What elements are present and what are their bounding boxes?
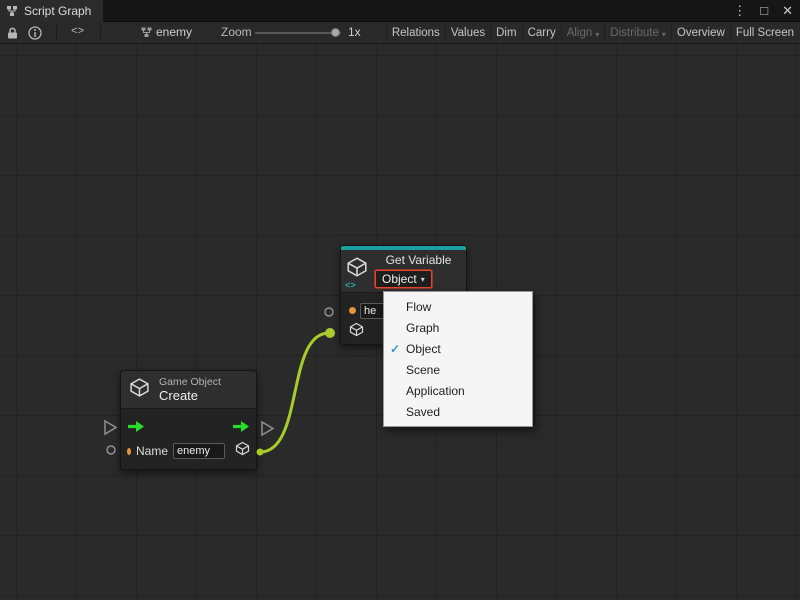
variable-scope-dropdown[interactable]: Object ▾ — [375, 270, 432, 288]
node-title: Get Variable — [375, 253, 462, 267]
param-label: Name — [136, 444, 168, 458]
chevron-down-icon: ▾ — [595, 30, 599, 39]
flow-output-port-triangle[interactable] — [262, 422, 273, 435]
connected-input-port[interactable] — [325, 328, 335, 338]
menu-item-object[interactable]: ✓ Object — [384, 338, 532, 359]
wire-start-dot[interactable] — [257, 449, 264, 456]
chevron-down-icon: ▾ — [662, 30, 666, 39]
distribute-button[interactable]: Distribute▾ — [604, 22, 671, 44]
value-port-dot[interactable] — [127, 448, 131, 455]
zoom-slider-knob[interactable] — [331, 28, 340, 37]
menu-item-graph[interactable]: Graph — [384, 317, 532, 338]
window-menu-button[interactable]: ⋮ — [726, 0, 753, 22]
full-screen-button[interactable]: Full Screen — [730, 22, 799, 44]
maximize-button[interactable]: □ — [753, 0, 775, 22]
create-node-header: Game Object Create — [121, 371, 256, 409]
node-game-object-create[interactable]: Game Object Create Name — [120, 370, 257, 470]
overview-button[interactable]: Overview — [671, 22, 730, 44]
get-variable-cube-icon: <> — [346, 253, 370, 288]
node-title: Create — [159, 388, 221, 403]
value-port-dot[interactable] — [349, 307, 356, 314]
flow-input-arrow-icon[interactable] — [127, 420, 145, 438]
dim-button[interactable]: Dim — [490, 22, 521, 44]
flow-output-arrow-icon[interactable] — [232, 420, 250, 438]
carry-button[interactable]: Carry — [522, 22, 561, 44]
graph-name: enemy — [156, 22, 192, 44]
value-input-port-circle[interactable] — [107, 446, 115, 454]
check-icon: ✓ — [384, 342, 406, 356]
toolbar-divider — [100, 25, 101, 40]
code-badge-icon: <> — [345, 281, 356, 291]
input-port-circle[interactable] — [325, 308, 333, 316]
menu-item-saved[interactable]: Saved — [384, 401, 532, 422]
gameobject-port-cube-icon[interactable] — [349, 322, 364, 342]
scope-value: Object — [382, 272, 417, 286]
toolbar-buttons: Relations Values Dim Carry Align▾ Distri… — [386, 22, 799, 44]
toolbar-divider — [56, 25, 57, 40]
menu-item-flow[interactable]: Flow — [384, 296, 532, 317]
zoom-slider-track[interactable] — [255, 32, 341, 34]
node-category: Game Object — [159, 376, 221, 388]
tab-title: Script Graph — [24, 4, 91, 18]
script-graph-icon — [6, 5, 18, 17]
gameobject-output-cube-icon[interactable] — [235, 441, 250, 461]
zoom-value: 1x — [348, 22, 361, 44]
flow-input-port-triangle[interactable] — [105, 421, 116, 434]
menu-item-scene[interactable]: Scene — [384, 359, 532, 380]
window-titlebar: Script Graph ⋮ □ ✕ — [0, 0, 800, 22]
tab-script-graph[interactable]: Script Graph — [0, 0, 103, 22]
scope-dropdown-menu: Flow Graph ✓ Object Scene Application Sa… — [383, 291, 533, 427]
name-input[interactable] — [173, 443, 225, 459]
connection-wire[interactable] — [260, 333, 329, 452]
zoom-label: Zoom — [221, 22, 252, 44]
values-button[interactable]: Values — [445, 22, 490, 44]
game-object-cube-icon — [129, 377, 150, 403]
align-button[interactable]: Align▾ — [561, 22, 605, 44]
menu-item-application[interactable]: Application — [384, 380, 532, 401]
graph-canvas[interactable]: <> Get Variable Object ▾ — [0, 44, 800, 600]
create-node-body: Name — [121, 409, 256, 463]
chevron-down-icon: ▾ — [421, 275, 425, 284]
relations-button[interactable]: Relations — [386, 22, 445, 44]
close-button[interactable]: ✕ — [775, 0, 800, 22]
get-variable-header: <> Get Variable Object ▾ — [341, 250, 466, 293]
code-view-icon[interactable]: <> — [71, 22, 84, 44]
script-graph-window: Script Graph ⋮ □ ✕ <> enemy Zoom 1x Rela… — [0, 0, 800, 600]
window-controls: ⋮ □ ✕ — [726, 0, 800, 22]
graph-toolbar: <> enemy Zoom 1x Relations Values Dim Ca… — [0, 22, 800, 44]
